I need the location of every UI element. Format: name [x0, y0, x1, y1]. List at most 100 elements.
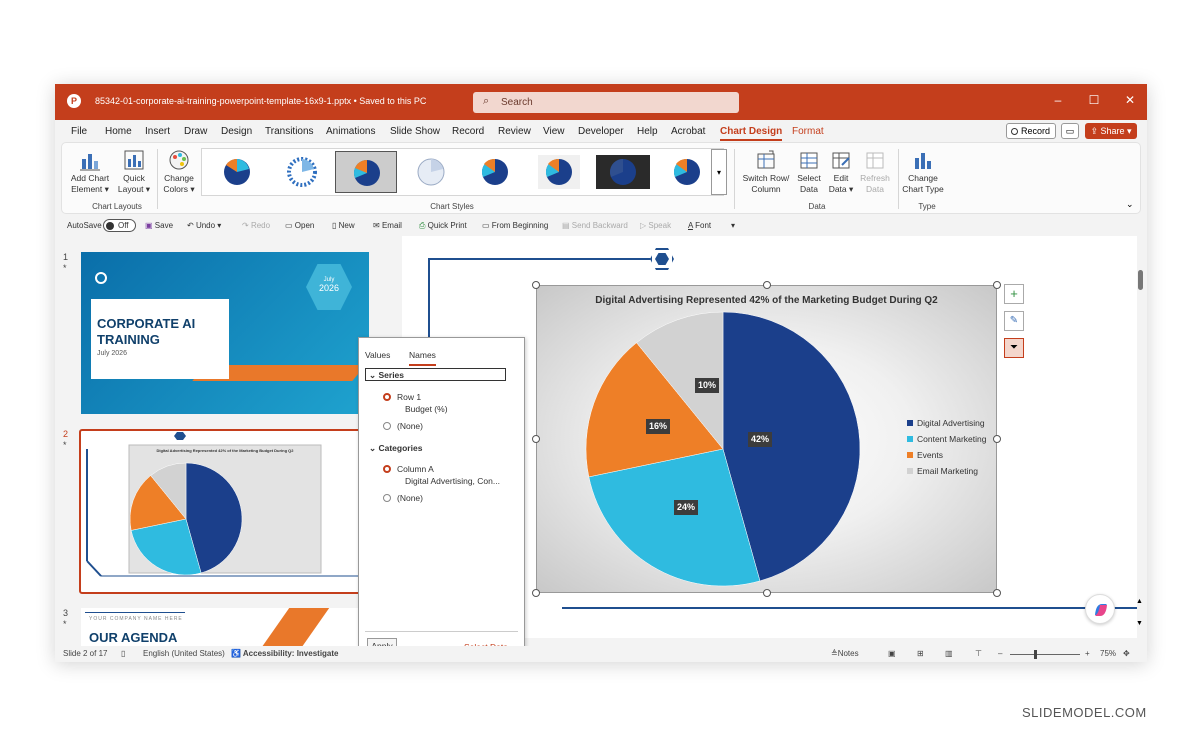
chart-style-7[interactable]: [592, 151, 654, 193]
change-chart-type-button[interactable]: Change Chart Type: [902, 149, 944, 195]
tab-values[interactable]: Values: [365, 350, 390, 360]
slideshow-view-icon[interactable]: ⊤: [975, 649, 982, 658]
scroll-up-icon[interactable]: ▲: [1136, 598, 1143, 605]
series-none-radio[interactable]: [383, 422, 391, 430]
fit-slide-icon[interactable]: ✥: [1123, 649, 1130, 658]
tab-view[interactable]: View: [543, 126, 565, 137]
chart-style-2[interactable]: [271, 151, 333, 193]
refresh-data-button[interactable]: Refresh Data: [858, 149, 892, 195]
reading-view-icon[interactable]: ▥: [945, 649, 953, 658]
select-data-button[interactable]: Select Data: [794, 149, 824, 195]
resize-handle[interactable]: [993, 281, 1001, 289]
copilot-icon[interactable]: [1085, 594, 1115, 624]
chart-style-5[interactable]: [464, 151, 526, 193]
resize-handle[interactable]: [532, 435, 540, 443]
canvas-scrollbar[interactable]: ▲ ▼: [1135, 236, 1147, 646]
email-button[interactable]: ✉ Email: [373, 221, 402, 230]
chart-styles-gallery[interactable]: [201, 148, 724, 196]
zoom-out-icon[interactable]: –: [998, 649, 1002, 658]
record-button[interactable]: Record: [1006, 123, 1056, 139]
scroll-down-icon[interactable]: ▼: [1136, 620, 1143, 627]
chart-object[interactable]: Digital Advertising Represented 42% of t…: [536, 285, 997, 593]
resize-handle[interactable]: [993, 435, 1001, 443]
save-button[interactable]: ▣ Save: [145, 221, 173, 230]
chart-legend[interactable]: Digital Advertising Content Marketing Ev…: [907, 418, 995, 482]
share-button[interactable]: ⇪ Share ▾: [1085, 123, 1137, 139]
open-button[interactable]: ▭ Open: [285, 221, 314, 230]
close-icon[interactable]: ✕: [1121, 93, 1139, 107]
chart-style-8[interactable]: [656, 151, 718, 193]
chart-elements-plus-icon[interactable]: +: [1004, 284, 1024, 304]
gallery-more-chevron-icon[interactable]: ▾: [711, 149, 727, 195]
tab-help[interactable]: Help: [637, 126, 658, 137]
slide-thumbnail-2[interactable]: Digital Advertising Represented 42% of t…: [79, 429, 371, 594]
quick-print-button[interactable]: ⎙ Quick Print: [419, 221, 467, 231]
add-chart-element-button[interactable]: Add Chart Element ▾: [66, 149, 114, 195]
chart-filters-funnel-icon[interactable]: ⏷: [1004, 338, 1024, 358]
tab-review[interactable]: Review: [498, 126, 531, 137]
zoom-slider[interactable]: [1010, 654, 1080, 655]
tab-draw[interactable]: Draw: [184, 126, 207, 137]
redo-button[interactable]: ↷ Redo: [242, 221, 270, 230]
switch-row-column-button[interactable]: Switch Row/ Column: [740, 149, 792, 195]
data-label-events[interactable]: 16%: [646, 419, 670, 434]
slide-sorter-icon[interactable]: ⊞: [917, 649, 924, 658]
maximize-icon[interactable]: ☐: [1085, 93, 1103, 107]
categories-col-radio[interactable]: [383, 465, 391, 473]
search-box[interactable]: ⌕ Search: [473, 92, 739, 113]
tab-chart-design[interactable]: Chart Design: [720, 126, 783, 141]
zoom-in-icon[interactable]: +: [1085, 649, 1090, 658]
customize-qat-chevron-icon[interactable]: ▾: [731, 221, 735, 230]
resize-handle[interactable]: [532, 589, 540, 597]
collapse-ribbon-chevron-icon[interactable]: ⌄: [1126, 199, 1134, 210]
data-label-digital-advertising[interactable]: 42%: [748, 432, 772, 447]
spellcheck-icon[interactable]: ▯: [121, 649, 125, 658]
slide-thumbnail-1[interactable]: CORPORATE AI TRAINING July 2026 July 202…: [81, 252, 369, 414]
tab-design[interactable]: Design: [221, 126, 252, 137]
font-button[interactable]: A Font: [688, 221, 711, 230]
tab-format[interactable]: Format: [792, 126, 824, 137]
notes-button[interactable]: ≜Notes: [831, 649, 859, 658]
accessibility-status[interactable]: ♿ Accessibility: Investigate: [231, 649, 338, 658]
resize-handle[interactable]: [763, 589, 771, 597]
tab-home[interactable]: Home: [105, 126, 132, 137]
change-colors-button[interactable]: Change Colors ▾: [160, 149, 198, 195]
quick-layout-button[interactable]: Quick Layout ▾: [116, 149, 152, 195]
tab-animations[interactable]: Animations: [326, 126, 375, 137]
language-status[interactable]: English (United States): [143, 649, 225, 658]
chart-styles-brush-icon[interactable]: ✎: [1004, 311, 1024, 331]
tab-record[interactable]: Record: [452, 126, 484, 137]
slide-thumbnail-3[interactable]: YOUR COMPANY NAME HERE OUR AGENDA: [81, 608, 369, 648]
normal-view-icon[interactable]: ▣: [888, 649, 896, 658]
tab-file[interactable]: File: [71, 126, 87, 137]
resize-handle[interactable]: [532, 281, 540, 289]
chart-style-6[interactable]: [528, 151, 590, 193]
zoom-level[interactable]: 75%: [1100, 649, 1116, 658]
comments-icon[interactable]: ▭: [1061, 123, 1079, 139]
tab-developer[interactable]: Developer: [578, 126, 624, 137]
tab-names[interactable]: Names: [409, 350, 436, 366]
series-row1-radio[interactable]: [383, 393, 391, 401]
scroll-thumb[interactable]: [1138, 270, 1143, 290]
speak-button[interactable]: ▷ Speak: [640, 221, 671, 230]
tab-slide-show[interactable]: Slide Show: [390, 126, 440, 137]
chart-style-3[interactable]: [335, 151, 397, 193]
resize-handle[interactable]: [763, 281, 771, 289]
tab-transitions[interactable]: Transitions: [265, 126, 314, 137]
minimize-icon[interactable]: –: [1049, 93, 1067, 107]
data-label-content-marketing[interactable]: 24%: [674, 500, 698, 515]
resize-handle[interactable]: [993, 589, 1001, 597]
categories-none-radio[interactable]: [383, 494, 391, 502]
chart-style-1[interactable]: [206, 151, 268, 193]
from-beginning-button[interactable]: ▭ From Beginning: [482, 221, 548, 230]
edit-data-button[interactable]: Edit Data ▾: [826, 149, 856, 195]
undo-button[interactable]: ↶ Undo ▾: [187, 221, 221, 230]
document-title[interactable]: 85342-01-corporate-ai-training-powerpoin…: [95, 96, 426, 106]
new-button[interactable]: ▯ New: [332, 221, 355, 230]
send-backward-button[interactable]: ▤ Send Backward: [562, 221, 628, 230]
autosave-toggle[interactable]: Off: [103, 219, 136, 232]
zoom-slider-knob[interactable]: [1034, 650, 1037, 659]
data-label-email-marketing[interactable]: 10%: [695, 378, 719, 393]
tab-acrobat[interactable]: Acrobat: [671, 126, 705, 137]
tab-insert[interactable]: Insert: [145, 126, 170, 137]
